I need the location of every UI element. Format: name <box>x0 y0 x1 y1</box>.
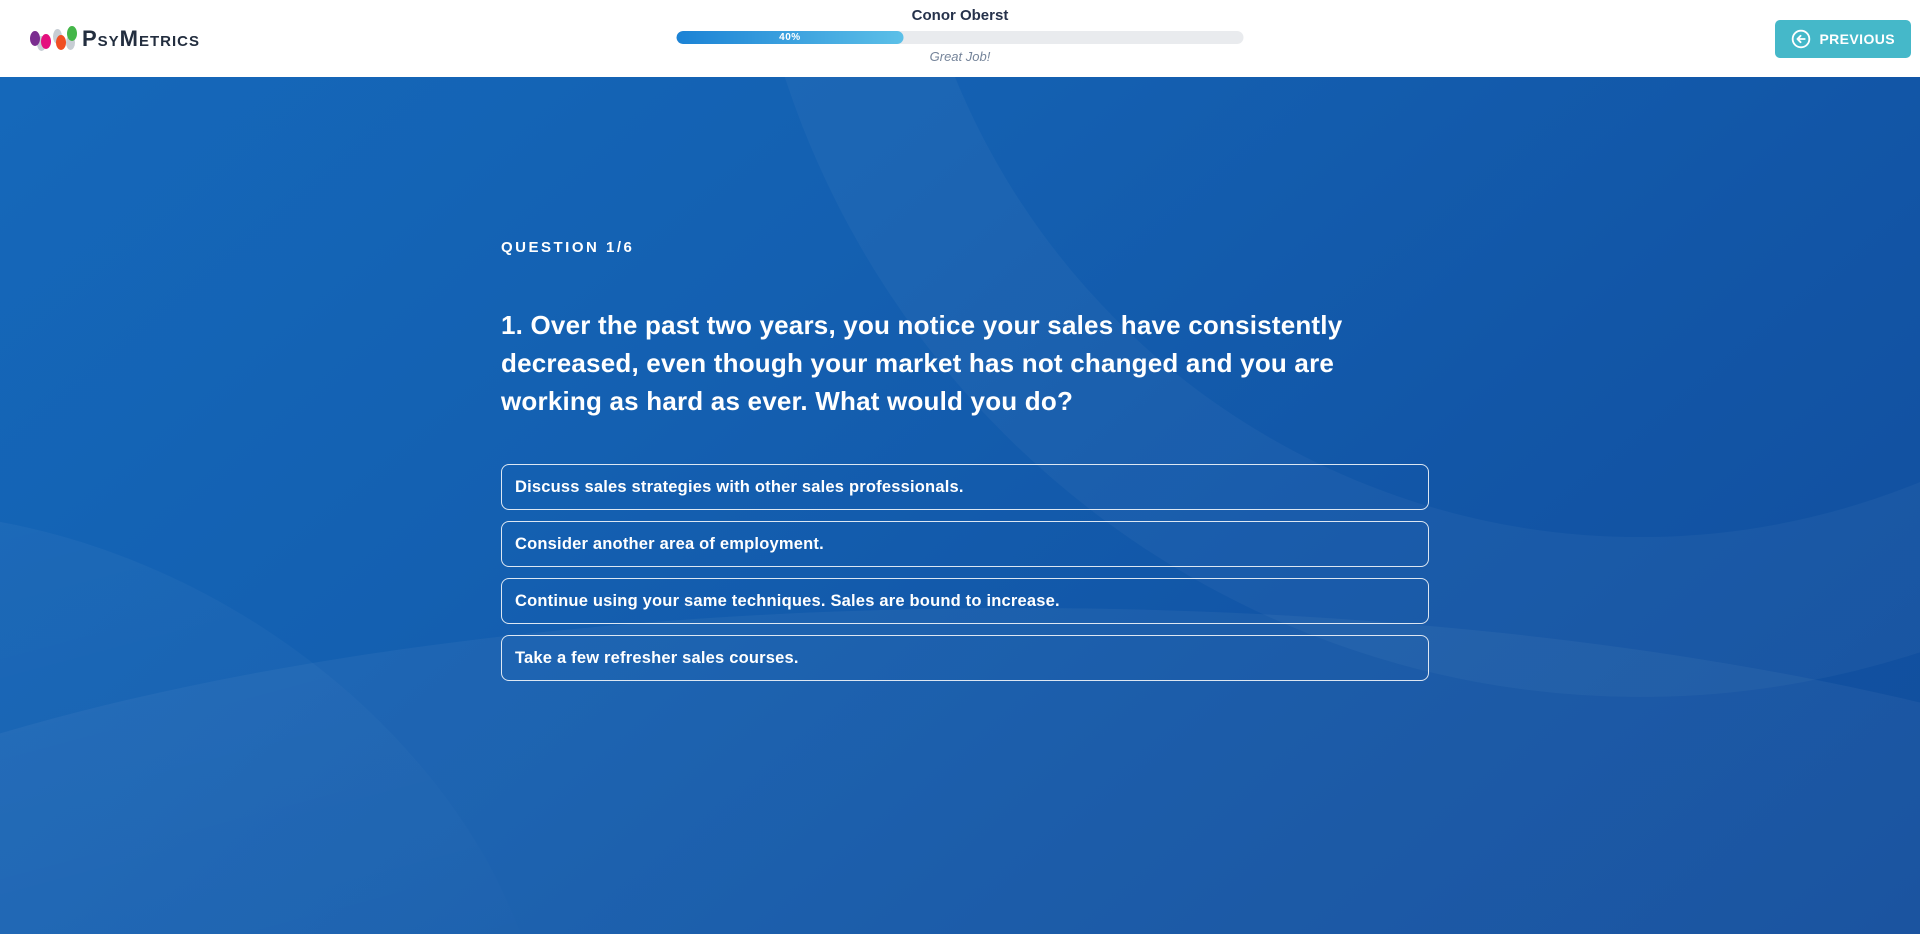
encouragement-text: Great Job! <box>677 49 1244 64</box>
question-section: QUESTION 1/6 1. Over the past two years,… <box>501 239 1429 681</box>
arrow-left-circle-icon <box>1791 29 1811 49</box>
psymetrics-logo-icon <box>30 23 76 55</box>
answer-option-label: Take a few refresher sales courses. <box>515 649 799 668</box>
psymetrics-logo: PsyMetrics <box>30 23 200 55</box>
previous-button[interactable]: PREVIOUS <box>1775 20 1911 58</box>
previous-button-label: PREVIOUS <box>1819 31 1895 47</box>
progress-percentage: 40% <box>779 32 801 43</box>
answer-option-label: Discuss sales strategies with other sale… <box>515 478 964 497</box>
question-text: 1. Over the past two years, you notice y… <box>501 306 1411 420</box>
progress-fill: 40% <box>677 31 904 44</box>
user-name: Conor Oberst <box>677 7 1244 24</box>
question-counter: QUESTION 1/6 <box>501 239 1429 256</box>
answer-option-3[interactable]: Continue using your same techniques. Sal… <box>501 578 1429 624</box>
answer-option-label: Continue using your same techniques. Sal… <box>515 592 1060 611</box>
quiz-background: QUESTION 1/6 1. Over the past two years,… <box>0 77 1920 934</box>
answer-option-2[interactable]: Consider another area of employment. <box>501 521 1429 567</box>
answer-option-4[interactable]: Take a few refresher sales courses. <box>501 635 1429 681</box>
progress-section: Conor Oberst 40% Great Job! <box>677 7 1244 64</box>
top-header: PsyMetrics Conor Oberst 40% Great Job! P… <box>0 0 1920 77</box>
answer-options: Discuss sales strategies with other sale… <box>501 464 1429 681</box>
brand-name: PsyMetrics <box>82 26 200 52</box>
answer-option-1[interactable]: Discuss sales strategies with other sale… <box>501 464 1429 510</box>
answer-option-label: Consider another area of employment. <box>515 535 824 554</box>
progress-bar-track: 40% <box>677 31 1244 44</box>
